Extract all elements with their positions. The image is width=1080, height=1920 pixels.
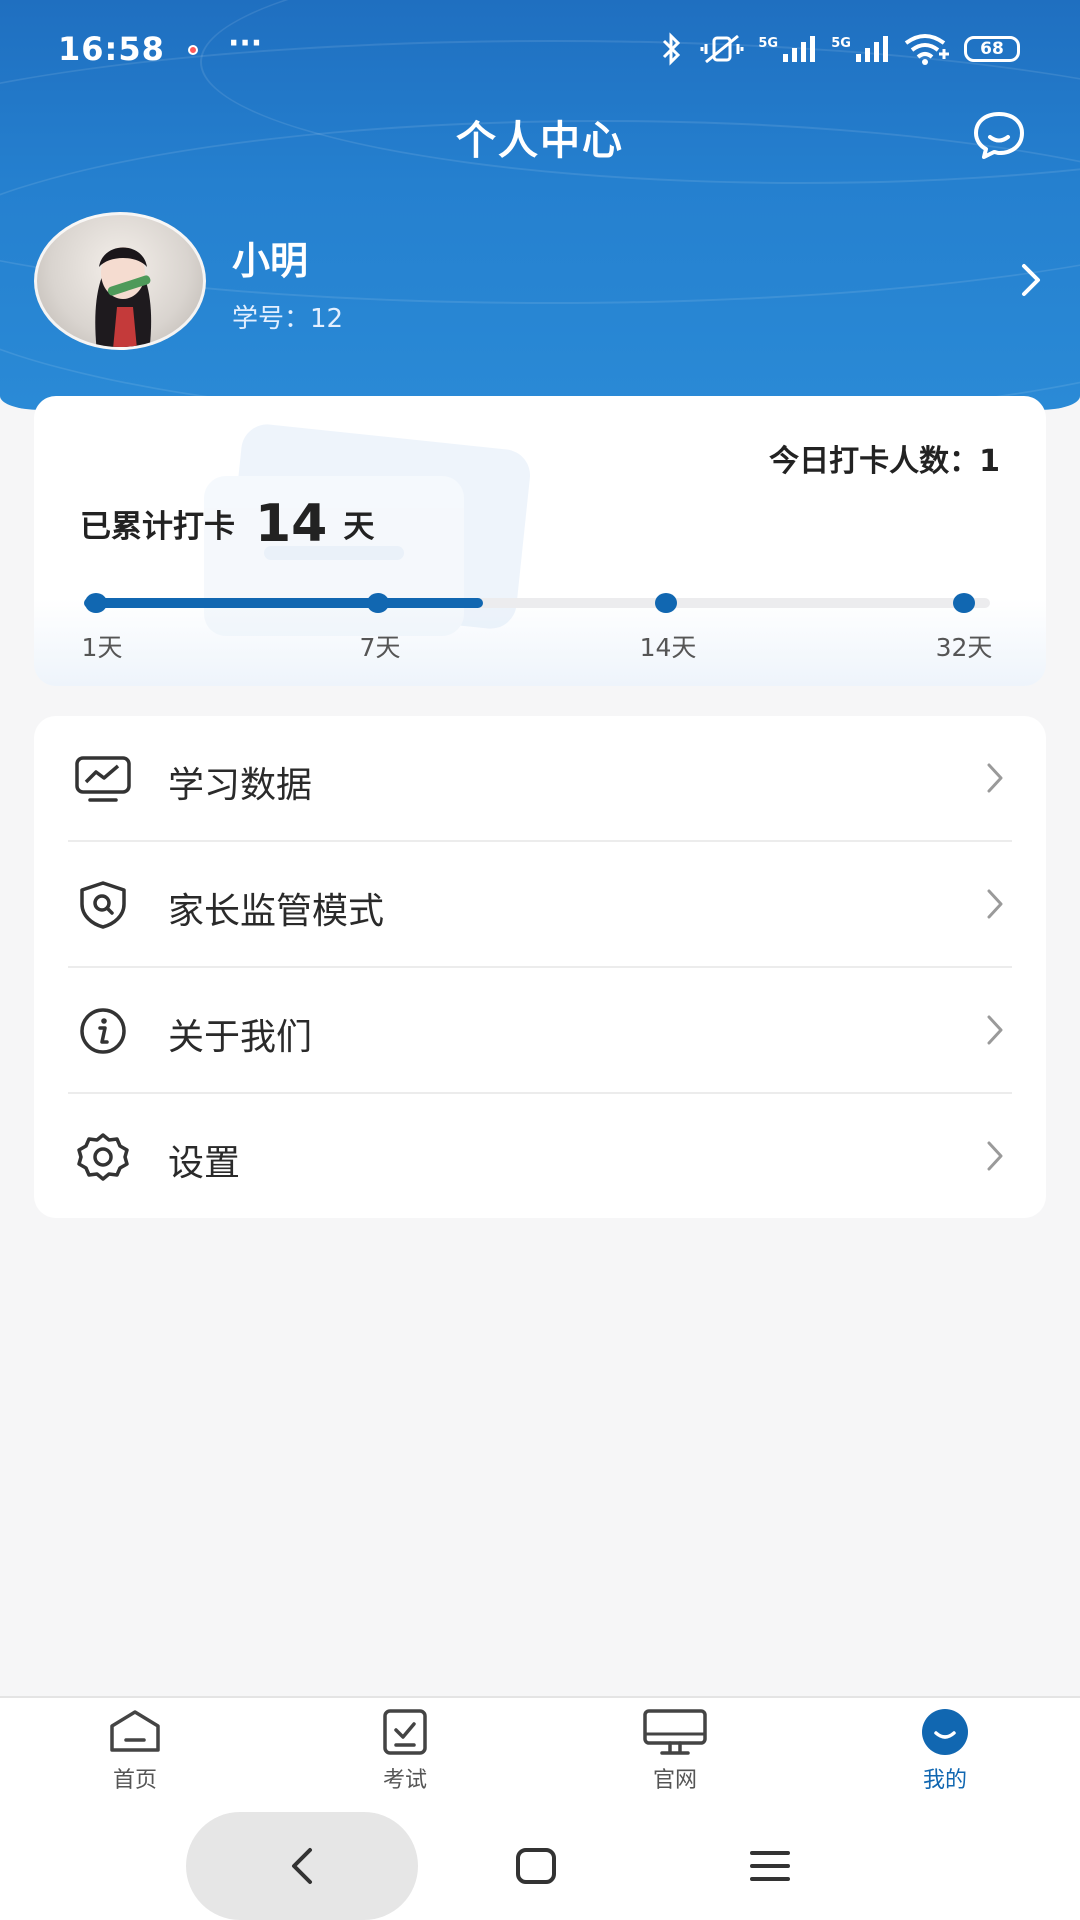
shield-search-icon: [80, 881, 126, 929]
tab-label: 考试: [382, 1768, 427, 1793]
menu-item-settings[interactable]: 设置: [34, 1094, 1046, 1220]
total-checkin-prefix: 已累计打卡: [80, 509, 235, 545]
total-checkin-row: 已累计打卡 14 天: [80, 494, 374, 554]
tab-label: 我的: [922, 1768, 967, 1793]
milestone-label: 7天: [359, 633, 401, 662]
checkin-card: 今日打卡人数：1 已累计打卡 14 天 1天 7天 14天 32天: [34, 396, 1046, 686]
today-checkin-label: 今日打卡人数：: [769, 444, 980, 479]
milestone-label: 32天: [935, 633, 993, 662]
status-time: 16:58: [58, 30, 165, 68]
notification-dot-icon: [188, 45, 198, 55]
checkin-progress-track: [84, 598, 990, 608]
vibrate-off-icon: [700, 34, 744, 64]
tab-exam[interactable]: 考试: [335, 1708, 475, 1808]
avatar[interactable]: [34, 212, 206, 350]
chevron-right-icon[interactable]: [1016, 260, 1046, 300]
milestone-label: 1天: [81, 633, 123, 662]
avatar-illustration: [95, 247, 152, 347]
tab-label: 官网: [652, 1768, 697, 1793]
menu-item-about-us[interactable]: 关于我们: [34, 968, 1046, 1094]
total-checkin-days: 14: [255, 494, 328, 554]
today-checkin-value: 1: [979, 444, 1000, 479]
menu-item-label: 学习数据: [168, 765, 313, 806]
menu-item-label: 设置: [168, 1143, 241, 1184]
user-name: 小明: [232, 239, 309, 283]
gear-icon: [77, 1133, 129, 1181]
menu-card: 学习数据 家长监管模式 关于我们 设置: [34, 716, 1046, 1218]
checkin-progress-fill: [84, 598, 483, 608]
nav-back-button[interactable]: [186, 1812, 418, 1920]
chevron-right-icon: [987, 763, 1003, 793]
bottom-tab-bar: 首页 考试 官网 我的: [0, 1696, 1080, 1814]
home-square-icon[interactable]: [514, 1846, 558, 1886]
battery-icon: 68: [964, 36, 1020, 62]
network-type-label: 5G: [831, 36, 851, 51]
menu-lines-icon[interactable]: [748, 1846, 792, 1886]
desktop-icon: [643, 1709, 707, 1755]
exam-icon: [383, 1709, 427, 1755]
message-icon[interactable]: [970, 110, 1028, 160]
signal-1: 5G: [758, 36, 817, 62]
today-checkin-count: 今日打卡人数：1: [769, 436, 1000, 480]
status-more-indicator: ···: [228, 26, 263, 61]
total-checkin-suffix: 天: [343, 509, 375, 545]
monitor-chart-icon: [75, 756, 131, 802]
signal-bars-icon: [783, 36, 816, 62]
student-id-row: 学号：12: [232, 298, 343, 335]
chevron-right-icon: [987, 889, 1003, 919]
page-title: 个人中心: [456, 118, 624, 164]
menu-item-label: 家长监管模式: [168, 891, 385, 932]
milestone-dot: [85, 593, 107, 613]
milestone-dot: [367, 593, 389, 613]
system-nav-bar: [0, 1812, 1080, 1920]
student-id-value: 12: [310, 304, 344, 334]
back-arrow-icon: [292, 1848, 312, 1884]
network-type-label: 5G: [758, 36, 779, 51]
wifi-icon: [904, 34, 949, 65]
status-icons: 5G 5G 68: [656, 32, 1020, 66]
signal-2: 5G: [831, 36, 890, 62]
tab-mine[interactable]: 我的: [875, 1708, 1015, 1808]
profile-row[interactable]: 小明 学号：12: [34, 210, 1046, 350]
menu-item-parental-control[interactable]: 家长监管模式: [34, 842, 1046, 968]
tab-website[interactable]: 官网: [605, 1708, 745, 1808]
tab-home[interactable]: 首页: [65, 1708, 205, 1808]
chevron-right-icon: [987, 1141, 1003, 1171]
milestone-label: 14天: [639, 633, 697, 662]
bluetooth-icon: [663, 32, 681, 66]
status-bar: 16:58 ··· 5G 5G 68: [0, 0, 1080, 100]
menu-item-study-data[interactable]: 学习数据: [34, 716, 1046, 842]
signal-bars-icon: [856, 36, 888, 62]
home-icon: [110, 1710, 160, 1752]
info-icon: [80, 1008, 126, 1054]
profile-smile-icon: [922, 1709, 968, 1755]
student-id-label: 学号：: [232, 304, 311, 334]
chevron-right-icon: [987, 1015, 1003, 1045]
milestone-dot: [953, 593, 975, 613]
tab-label: 首页: [112, 1768, 157, 1793]
menu-item-label: 关于我们: [168, 1017, 313, 1058]
milestone-dot: [655, 593, 677, 613]
